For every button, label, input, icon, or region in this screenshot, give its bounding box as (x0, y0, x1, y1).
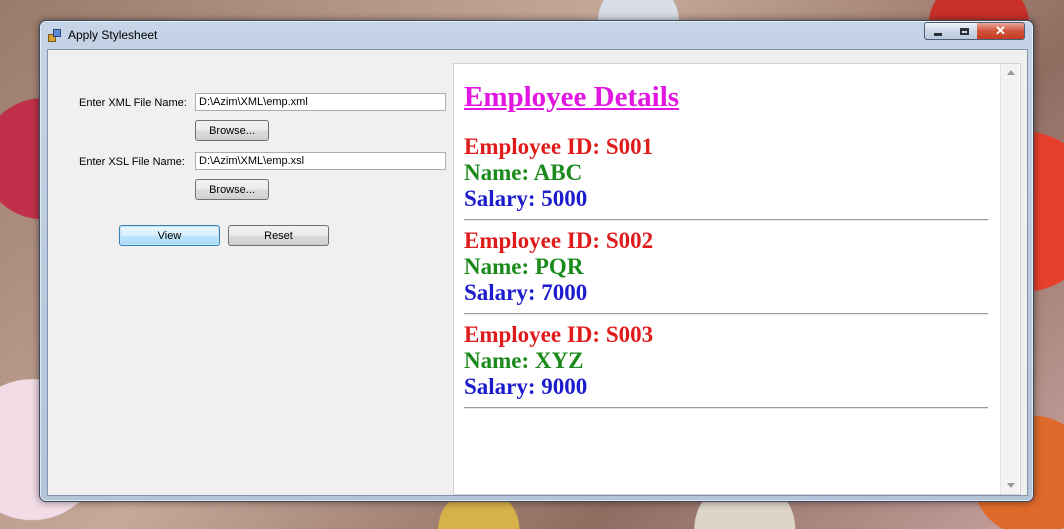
xsl-file-label: Enter XSL File Name: (79, 156, 185, 168)
page-heading: Employee Details (464, 81, 680, 113)
record-divider (464, 407, 988, 409)
apply-stylesheet-window: Apply Stylesheet ✕ Enter XML File Name: … (39, 20, 1034, 502)
employee-salary: Salary: 9000 (464, 374, 588, 399)
close-icon: ✕ (995, 23, 1006, 38)
xml-file-input[interactable] (195, 93, 446, 111)
app-icon[interactable] (48, 29, 61, 42)
employee-name: Name: ABC (464, 160, 583, 185)
xsl-file-input[interactable] (195, 152, 446, 170)
record-divider (464, 219, 988, 221)
scroll-down-icon[interactable] (1007, 483, 1015, 488)
vertical-scrollbar[interactable] (1000, 64, 1019, 494)
close-button[interactable]: ✕ (977, 22, 1025, 40)
employee-record: Employee ID: S001 Name: ABC Salary: 5000 (464, 134, 988, 221)
employee-salary: Salary: 7000 (464, 280, 588, 305)
employee-id: Employee ID: S003 (464, 322, 654, 347)
title-bar[interactable]: Apply Stylesheet ✕ (40, 21, 1033, 48)
employee-record: Employee ID: S002 Name: PQR Salary: 7000 (464, 228, 988, 315)
xsl-browse-button[interactable]: Browse... (195, 179, 269, 200)
employee-name: Name: XYZ (464, 348, 584, 373)
employee-id: Employee ID: S002 (464, 228, 654, 253)
browser-content: Employee Details Employee ID: S001 Name:… (454, 64, 1000, 494)
client-area: Enter XML File Name: Browse... Enter XSL… (47, 49, 1028, 496)
employee-salary: Salary: 5000 (464, 186, 588, 211)
view-button[interactable]: View (119, 225, 220, 246)
xml-file-label: Enter XML File Name: (79, 97, 187, 109)
scroll-up-icon[interactable] (1007, 70, 1015, 75)
minimize-icon (934, 32, 942, 36)
employee-id: Employee ID: S001 (464, 134, 654, 159)
maximize-button[interactable] (951, 22, 978, 40)
employee-name: Name: PQR (464, 254, 584, 279)
reset-button[interactable]: Reset (228, 225, 329, 246)
record-divider (464, 313, 988, 315)
maximize-icon (959, 27, 969, 35)
xml-browse-button[interactable]: Browse... (195, 120, 269, 141)
employee-record: Employee ID: S003 Name: XYZ Salary: 9000 (464, 322, 988, 409)
web-browser-panel[interactable]: Employee Details Employee ID: S001 Name:… (453, 63, 1021, 495)
minimize-button[interactable] (924, 22, 952, 40)
window-title: Apply Stylesheet (68, 28, 158, 42)
